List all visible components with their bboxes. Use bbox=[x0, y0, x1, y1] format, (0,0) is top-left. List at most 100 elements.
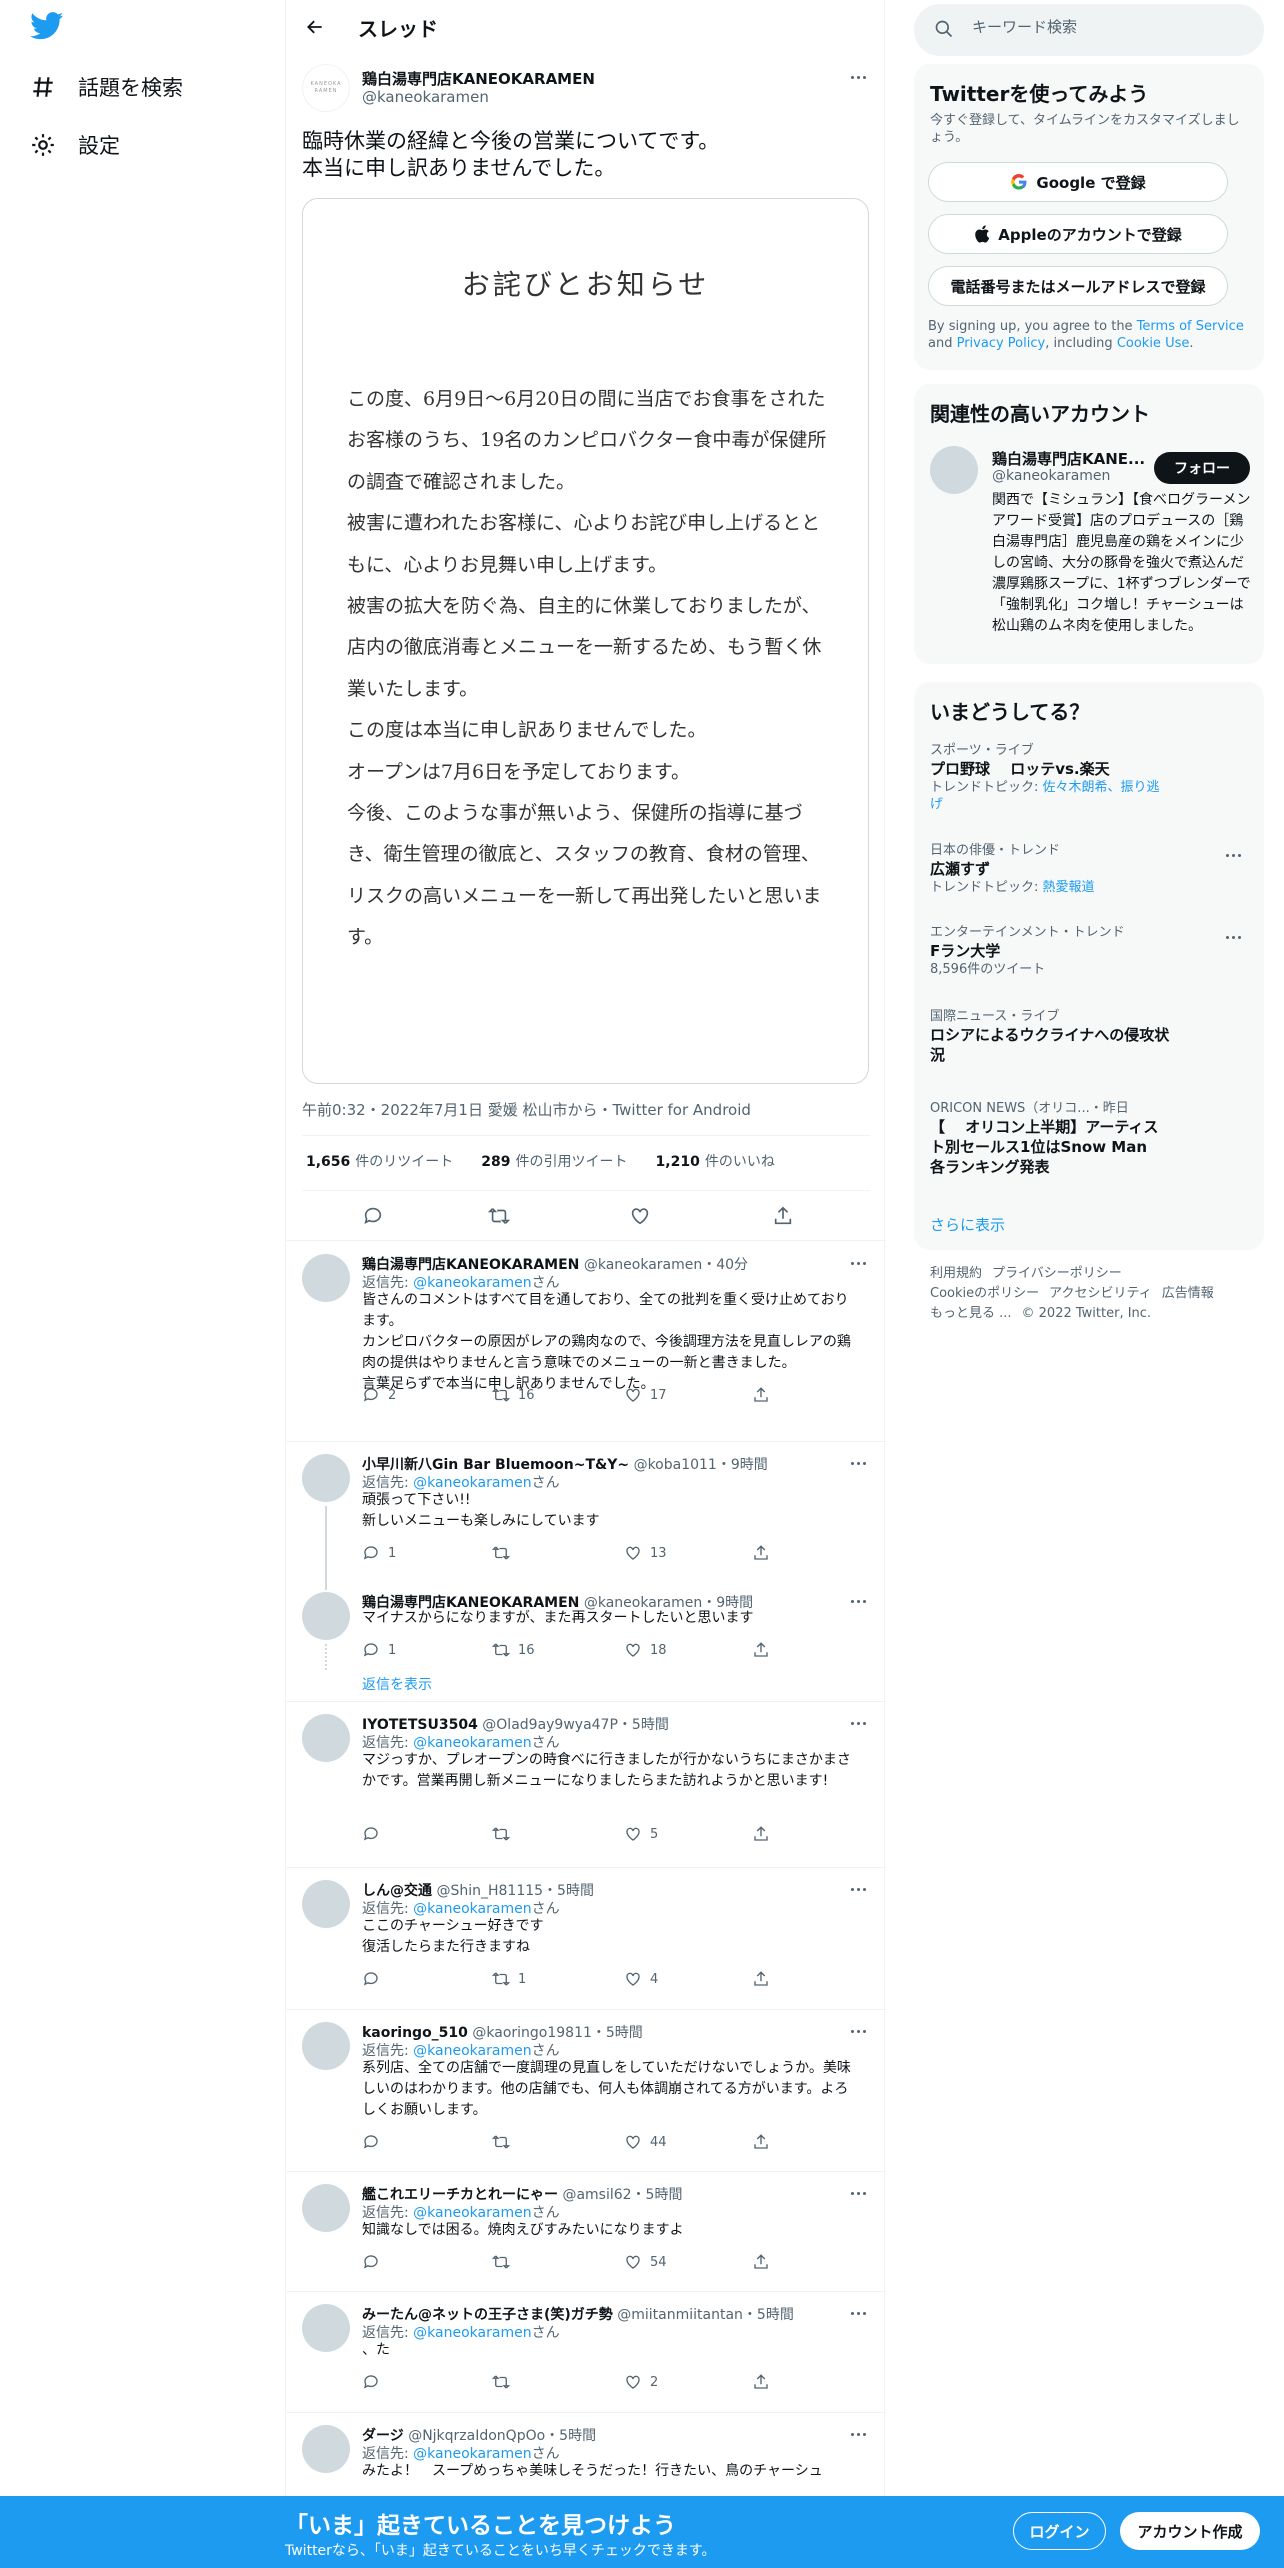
footer-link[interactable]: Cookieのポリシー bbox=[930, 1286, 1039, 1301]
reply-to-link[interactable]: @kaneokaramen bbox=[413, 2446, 531, 2462]
footer-link[interactable]: 広告情報 bbox=[1162, 1286, 1214, 1301]
avatar[interactable] bbox=[302, 1592, 350, 1640]
avatar[interactable] bbox=[302, 2184, 350, 2232]
footer-link[interactable]: プライバシーポリシー bbox=[992, 1266, 1122, 1281]
share-button[interactable] bbox=[752, 1544, 770, 1562]
reply-button[interactable] bbox=[362, 2133, 388, 2151]
reply-meta[interactable]: @kaoringo19811・5時間 bbox=[472, 2025, 642, 2041]
retweet-button[interactable] bbox=[492, 2133, 518, 2151]
cookie-link[interactable]: Cookie Use bbox=[1117, 336, 1190, 351]
reply-button[interactable] bbox=[362, 1970, 388, 1988]
tweet-meta[interactable]: 午前0:32・2022年7月1日 愛媛 松山市から・Twitter for An… bbox=[302, 1099, 751, 1120]
more-options-icon[interactable] bbox=[1222, 844, 1244, 866]
reply-to-link[interactable]: @kaneokaramen bbox=[413, 2205, 531, 2221]
reply-meta[interactable]: @koba1011・9時間 bbox=[634, 1457, 768, 1473]
nav-explore[interactable]: 話題を検索 bbox=[30, 60, 183, 114]
retweet-button[interactable]: 16 bbox=[492, 1386, 535, 1404]
reply-author-name[interactable]: 艦これエリーチカとれーにゃー bbox=[362, 2187, 558, 2203]
back-arrow-icon[interactable] bbox=[300, 12, 330, 42]
reply-tweet[interactable]: kaoringo_510 @kaoringo19811・5時間 返信先: @kan… bbox=[286, 2010, 886, 2172]
login-button[interactable]: ログイン bbox=[1013, 2512, 1106, 2550]
share-button[interactable] bbox=[752, 1386, 770, 1404]
footer-link[interactable]: アクセシビリティ bbox=[1049, 1286, 1152, 1301]
phone-email-signup-button[interactable]: 電話番号またはメールアドレスで登録 bbox=[928, 266, 1228, 306]
related-name[interactable]: 鶏白湯専門店KANE... bbox=[992, 448, 1145, 469]
privacy-link[interactable]: Privacy Policy bbox=[957, 336, 1046, 351]
reply-to-link[interactable]: @kaneokaramen bbox=[413, 2043, 531, 2059]
signup-button[interactable]: アカウント作成 bbox=[1120, 2512, 1260, 2550]
reply-author-name[interactable]: ダージ bbox=[362, 2428, 404, 2444]
reply-tweet[interactable]: 艦これエリーチカとれーにゃー @amsil62・5時間 返信先: @kaneoka… bbox=[286, 2172, 886, 2292]
search-input[interactable] bbox=[972, 18, 1242, 36]
avatar[interactable] bbox=[302, 2022, 350, 2070]
reply-author-name[interactable]: IYOTETSU3504 bbox=[362, 1717, 478, 1733]
quote-count[interactable]: 289 件の引用ツイート bbox=[481, 1151, 627, 1171]
like-count[interactable]: 1,210 件のいいね bbox=[656, 1151, 775, 1171]
reply-button[interactable] bbox=[362, 1825, 388, 1843]
reply-author-name[interactable]: しん@交通 bbox=[362, 1883, 432, 1899]
more-options-icon[interactable] bbox=[847, 1252, 869, 1274]
retweet-button[interactable] bbox=[492, 2373, 518, 2391]
like-icon[interactable] bbox=[625, 1201, 655, 1231]
trend-item[interactable]: スポーツ・ライブ プロ野球 ロッテvs.楽天 トレンドトピック: 佐々木朗希、振り逃… bbox=[930, 742, 1248, 813]
avatar[interactable] bbox=[930, 446, 978, 494]
more-options-icon[interactable] bbox=[847, 1878, 869, 1900]
avatar[interactable] bbox=[302, 1714, 350, 1762]
apple-signup-button[interactable]: Appleのアカウントで登録 bbox=[928, 214, 1228, 254]
like-button[interactable]: 4 bbox=[624, 1970, 658, 1988]
retweet-button[interactable] bbox=[492, 1825, 518, 1843]
reply-tweet[interactable]: IYOTETSU3504 @Olad9ay9wya47P・5時間 返信先: @ka… bbox=[286, 1702, 886, 1868]
reply-meta[interactable]: @miitanmiitantan・5時間 bbox=[617, 2307, 794, 2323]
retweet-button[interactable] bbox=[492, 2253, 518, 2271]
share-button[interactable] bbox=[752, 1825, 770, 1843]
share-icon[interactable] bbox=[768, 1201, 798, 1231]
reply-to-link[interactable]: @kaneokaramen bbox=[413, 1275, 531, 1291]
more-options-icon[interactable] bbox=[847, 66, 869, 88]
retweet-button[interactable] bbox=[492, 1544, 518, 1562]
avatar[interactable] bbox=[302, 1254, 350, 1302]
google-signup-button[interactable]: Google で登録 bbox=[928, 162, 1228, 202]
like-button[interactable]: 54 bbox=[624, 2253, 667, 2271]
avatar[interactable] bbox=[302, 1454, 350, 1502]
like-button[interactable]: 2 bbox=[624, 2373, 658, 2391]
reply-meta[interactable]: @kaneokaramen・40分 bbox=[584, 1257, 748, 1273]
share-button[interactable] bbox=[752, 2253, 770, 2271]
related-handle[interactable]: @kaneokaramen bbox=[992, 468, 1110, 484]
footer-link[interactable]: もっと見る ... bbox=[930, 1306, 1012, 1321]
share-button[interactable] bbox=[752, 2133, 770, 2151]
more-options-icon[interactable] bbox=[847, 2423, 869, 2445]
footer-link[interactable]: 利用規約 bbox=[930, 1266, 982, 1281]
more-options-icon[interactable] bbox=[847, 1452, 869, 1474]
author-name[interactable]: 鶏白湯専門店KANEOKARAMEN bbox=[362, 68, 595, 89]
reply-meta[interactable]: @NjkqrzaIdonQpOo・5時間 bbox=[408, 2428, 596, 2444]
more-options-icon[interactable] bbox=[847, 2182, 869, 2204]
trends-show-more[interactable]: さらに表示 bbox=[930, 1214, 1005, 1235]
twitter-logo-icon[interactable] bbox=[30, 12, 72, 54]
reply-button[interactable]: 2 bbox=[362, 1386, 396, 1404]
like-button[interactable]: 17 bbox=[624, 1386, 667, 1404]
reply-button[interactable]: 1 bbox=[362, 1641, 396, 1659]
reply-author-name[interactable]: 小早川新八Gin Bar Bluemoon~T&Y~ bbox=[362, 1457, 629, 1473]
avatar[interactable] bbox=[302, 1880, 350, 1928]
share-button[interactable] bbox=[752, 1970, 770, 1988]
reply-meta[interactable]: @Shin_H81115・5時間 bbox=[436, 1883, 594, 1899]
avatar[interactable] bbox=[302, 2304, 350, 2352]
reply-button[interactable] bbox=[362, 2373, 388, 2391]
reply-tweet[interactable]: ダージ @NjkqrzaIdonQpOo・5時間 返信先: @kaneokaram… bbox=[286, 2413, 886, 2503]
trend-item[interactable]: 国際ニュース・ライブ ロシアによるウクライナへの侵攻状況 bbox=[930, 1008, 1248, 1065]
reply-tweet[interactable]: みーたん@ネットの王子さま(笑)ガチ勢 @miitanmiitantan・5時間… bbox=[286, 2292, 886, 2413]
reply-tweet[interactable]: 鶏白湯専門店KANEOKARAMEN @kaneokaramen・9時間 マイナス… bbox=[286, 1580, 886, 1702]
share-button[interactable] bbox=[752, 1641, 770, 1659]
trend-item[interactable]: 日本の俳優・トレンド 広瀬すず トレンドトピック: 熱愛報道 bbox=[930, 842, 1248, 896]
reply-to-link[interactable]: @kaneokaramen bbox=[413, 1475, 531, 1491]
more-options-icon[interactable] bbox=[1222, 926, 1244, 948]
avatar[interactable]: KANEOKA RAMEN bbox=[302, 64, 350, 112]
trend-item[interactable]: ORICON NEWS（オリコ...・昨日【 オリコン上半期】アーティスト別セー… bbox=[930, 1100, 1248, 1177]
like-button[interactable]: 44 bbox=[624, 2133, 667, 2151]
like-button[interactable]: 18 bbox=[624, 1641, 667, 1659]
search-box[interactable] bbox=[914, 4, 1264, 56]
trend-item[interactable]: エンターテインメント・トレンド Fラン大学 8,596件のツイート bbox=[930, 924, 1248, 978]
avatar[interactable] bbox=[302, 2425, 350, 2473]
reply-meta[interactable]: @Olad9ay9wya47P・5時間 bbox=[482, 1717, 669, 1733]
more-options-icon[interactable] bbox=[847, 1712, 869, 1734]
